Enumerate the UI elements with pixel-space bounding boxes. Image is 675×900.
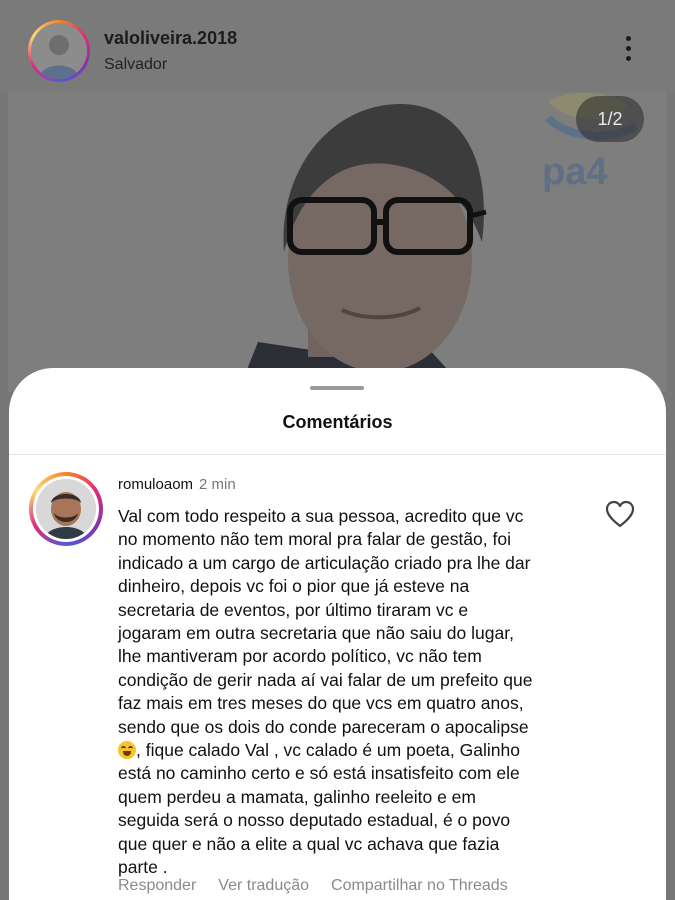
post-logo-text: pa4	[542, 151, 607, 193]
comments-sheet-title: Comentários	[282, 412, 393, 432]
post-image[interactable]: pa4	[8, 92, 667, 392]
post-header: valoliveira.2018 Salvador	[0, 0, 675, 92]
see-translation-button[interactable]: Ver tradução	[218, 877, 309, 894]
drag-handle[interactable]	[310, 386, 364, 390]
comment-text-part-2: , fique calado Val , vc calado é um poet…	[118, 740, 520, 878]
post-author-username[interactable]: valoliveira.2018	[104, 28, 237, 49]
commenter-avatar[interactable]	[29, 472, 103, 546]
post-location[interactable]: Salvador	[104, 56, 167, 74]
heart-outline-icon[interactable]	[605, 500, 635, 528]
commenter-photo	[36, 479, 96, 539]
profile-photo	[31, 23, 87, 79]
comment-meta: romuloaom 2 min	[118, 476, 236, 493]
comment-timestamp: 2 min	[199, 476, 236, 493]
comments-sheet: Comentários romuloaom 2 min Val com todo …	[9, 368, 666, 900]
share-to-threads-button[interactable]: Compartilhar no Threads	[331, 877, 508, 894]
reply-button[interactable]: Responder	[118, 877, 196, 894]
comment-actions: Responder Ver tradução Compartilhar no Thr…	[118, 877, 530, 895]
image-counter: 1/2	[576, 96, 644, 142]
comment-username[interactable]: romuloaom	[118, 476, 193, 493]
post-author-avatar[interactable]	[28, 20, 90, 82]
post-photo: pa4	[8, 92, 667, 392]
comment-text-part-1: Val com todo respeito a sua pessoa, acre…	[118, 506, 533, 737]
more-vertical-icon[interactable]	[620, 36, 636, 68]
sheet-divider	[9, 454, 666, 455]
comment-text: Val com todo respeito a sua pessoa, acre…	[118, 505, 588, 880]
laughing-emoji-icon	[118, 741, 136, 760]
